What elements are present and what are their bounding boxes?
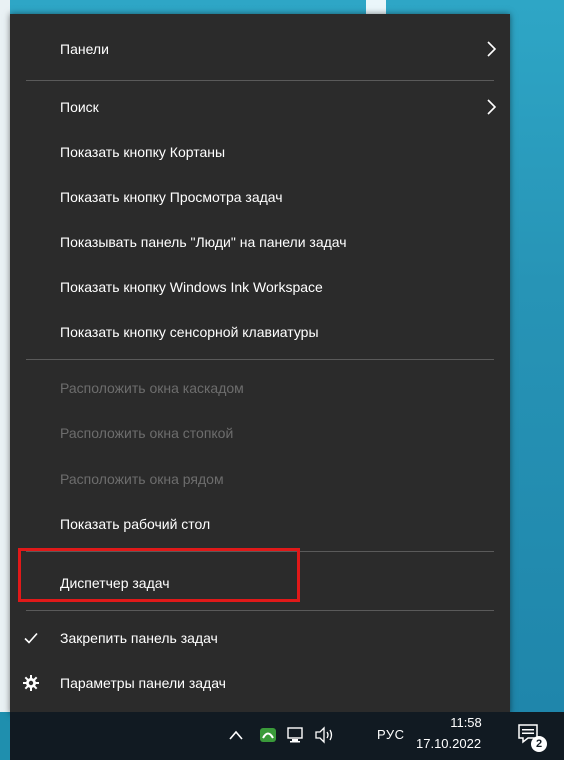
menu-separator [26,80,494,81]
menu-item-show-task-view[interactable]: Показать кнопку Просмотра задач [10,179,510,215]
menu-item-taskbar-settings[interactable]: Параметры панели задач [10,665,510,701]
notification-count-badge: 2 [531,736,547,752]
menu-item-label: Параметры панели задач [60,675,226,691]
clock-time[interactable]: 11:58 [432,715,500,730]
menu-item-label: Показать кнопку Просмотра задач [60,189,283,205]
clock-date[interactable]: 17.10.2022 [416,736,481,751]
menu-item-label: Показывать панель "Люди" на панели задач [60,234,347,250]
menu-item-side-by-side-windows: Расположить окна рядом [10,461,510,497]
menu-item-show-desktop[interactable]: Показать рабочий стол [10,506,510,542]
menu-item-cascade-windows: Расположить окна каскадом [10,370,510,406]
taskbar: РУС 11:58 17.10.2022 2 [10,712,564,760]
menu-item-stack-windows: Расположить окна стопкой [10,415,510,451]
network-icon[interactable] [286,726,306,744]
input-language-indicator[interactable]: РУС [377,727,405,742]
chevron-right-icon [484,40,498,58]
menu-item-label: Расположить окна рядом [60,471,224,487]
menu-item-label: Закрепить панель задач [60,630,218,646]
menu-separator [26,610,494,611]
menu-item-lock-taskbar[interactable]: Закрепить панель задач [10,620,510,656]
desktop-icon-fragment[interactable] [366,0,386,14]
menu-item-show-touch-keyboard[interactable]: Показать кнопку сенсорной клавиатуры [10,314,510,350]
menu-item-search[interactable]: Поиск [10,89,510,125]
menu-item-label: Расположить окна каскадом [60,380,244,396]
antivirus-icon[interactable] [259,726,277,744]
menu-item-show-cortana[interactable]: Показать кнопку Кортаны [10,134,510,170]
menu-item-label: Показать кнопку Кортаны [60,144,226,160]
menu-item-show-people[interactable]: Показывать панель "Люди" на панели задач [10,224,510,260]
menu-item-label: Расположить окна стопкой [60,425,234,441]
menu-item-show-ink-workspace[interactable]: Показать кнопку Windows Ink Workspace [10,269,510,305]
taskbar-context-menu: Панели Поиск Показать кнопку Кортаны Пок… [10,14,510,714]
menu-item-label: Поиск [60,99,99,115]
gear-icon [22,674,40,692]
menu-item-label: Показать кнопку Windows Ink Workspace [60,279,323,295]
volume-icon[interactable] [313,725,335,745]
menu-item-label: Панели [60,41,109,57]
menu-item-label: Показать рабочий стол [60,516,211,532]
chevron-right-icon [484,98,498,116]
menu-separator [26,359,494,360]
checkmark-icon [22,629,40,647]
menu-item-toolbars[interactable]: Панели [10,31,510,67]
chevron-up-icon[interactable] [228,728,244,742]
task-manager-highlight-box [18,548,300,602]
menu-item-label: Показать кнопку сенсорной клавиатуры [60,324,319,340]
desktop-edge [0,0,10,712]
